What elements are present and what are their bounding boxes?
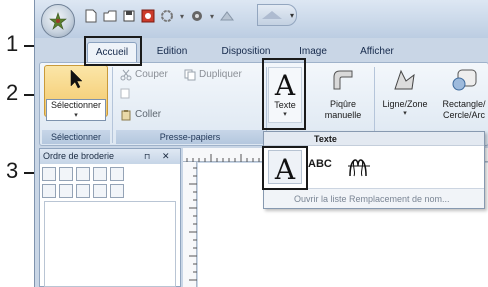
group-separator (112, 67, 113, 143)
highlight-gallery-text (262, 146, 308, 190)
group-icon[interactable] (59, 184, 73, 198)
cut-button[interactable]: Couper (120, 67, 168, 83)
rectangle-line2: Cercle/Arc (442, 110, 485, 120)
manual-stitch-line2: manuelle (324, 110, 362, 120)
rotate-icon[interactable] (219, 8, 235, 24)
app-orb-button[interactable] (41, 4, 75, 38)
cut-label: Couper (135, 69, 168, 80)
view-icon[interactable] (110, 167, 124, 181)
select-label-box[interactable]: Sélectionner ▾ (46, 99, 106, 121)
qat-customize[interactable]: ▾ (257, 4, 297, 26)
callout-3: 3 (6, 158, 19, 183)
line-zone-caret-icon: ▾ (403, 110, 407, 117)
duplicate-button[interactable]: Dupliquer (184, 67, 242, 83)
group-label-clipboard: Presse-papiers (116, 130, 264, 144)
delete-icon[interactable] (93, 184, 107, 198)
highlight-text-button (262, 58, 306, 130)
embroidery-order-panel: Ordre de broderie ⊓ ✕ (39, 148, 181, 287)
gallery-item-small-text[interactable]: ABC (308, 158, 332, 170)
copy-icon (120, 88, 130, 99)
group-label-select: Sélectionner (42, 130, 110, 144)
select-caret-icon: ▾ (74, 111, 78, 119)
new-file-icon[interactable] (83, 8, 99, 24)
panel-close-icon[interactable]: ✕ (162, 149, 170, 164)
callout-1: 1 (6, 31, 19, 56)
frame-icon[interactable] (42, 167, 56, 181)
undo-icon[interactable] (159, 8, 175, 24)
open-folder-icon[interactable] (102, 8, 118, 24)
paste-button[interactable]: Coller (120, 107, 161, 123)
panel-toolbar-row1 (42, 166, 124, 182)
panel-title: Ordre de broderie (43, 151, 115, 161)
paste-icon (121, 110, 131, 121)
line-zone-icon (394, 69, 415, 90)
select-pointer-icon[interactable] (110, 184, 124, 198)
copy-button[interactable] (120, 85, 132, 101)
vertical-ruler (183, 162, 197, 287)
panel-toolbar-row2 (42, 183, 124, 199)
panel-pin-icon[interactable]: ⊓ (144, 149, 150, 164)
app-orb-icon (49, 12, 67, 30)
line-zone-button[interactable]: Ligne/Zone ▾ (376, 67, 434, 129)
lock-icon[interactable] (93, 167, 107, 181)
redo-dropdown-icon[interactable]: ▾ (208, 8, 216, 24)
move-down-icon[interactable] (76, 167, 90, 181)
redo-icon[interactable] (189, 8, 205, 24)
quick-access-toolbar: ▾ ▾ (83, 6, 235, 26)
rectangle-button[interactable]: Rectangle/ Cercle/Arc (436, 67, 488, 129)
line-zone-label: Ligne/Zone (382, 99, 428, 109)
panel-header: Ordre de broderie ⊓ ✕ (40, 149, 180, 164)
highlight-accueil-tab (84, 36, 142, 66)
scissors-icon (120, 69, 132, 81)
duplicate-label: Dupliquer (199, 69, 242, 80)
send-card-icon[interactable] (140, 8, 156, 24)
open-name-replacement-list[interactable]: Ouvrir la liste Remplacement de nom... (264, 188, 484, 208)
duplicate-icon (184, 69, 196, 81)
save-icon[interactable] (121, 8, 137, 24)
ungroup-icon[interactable] (76, 184, 90, 198)
manual-stitch-button[interactable]: Piqûre manuelle (316, 67, 370, 129)
tab-edition[interactable]: Edition (147, 42, 197, 62)
gallery-header: Texte (264, 132, 484, 146)
select-label: Sélectionner (50, 100, 102, 110)
title-bar: ▾ ▾ ▾ (35, 0, 488, 38)
paste-label: Coller (135, 109, 162, 120)
embroidery-order-list[interactable] (44, 201, 176, 287)
color-sort-icon[interactable] (42, 184, 56, 198)
tab-afficher[interactable]: Afficher (349, 42, 405, 62)
move-up-icon[interactable] (59, 167, 73, 181)
rectangle-line1: Rectangle/ (442, 99, 486, 109)
manual-stitch-icon (333, 70, 353, 90)
pointer-icon (70, 69, 83, 89)
svg-text:▾: ▾ (290, 11, 294, 20)
callout-2: 2 (6, 80, 19, 105)
rectangle-icon (452, 69, 477, 91)
monogram-icon[interactable] (344, 152, 374, 180)
qat-arrow-icon: ▾ (262, 11, 294, 20)
manual-stitch-line1: Piqûre (329, 99, 356, 109)
undo-dropdown-icon[interactable]: ▾ (178, 8, 186, 24)
